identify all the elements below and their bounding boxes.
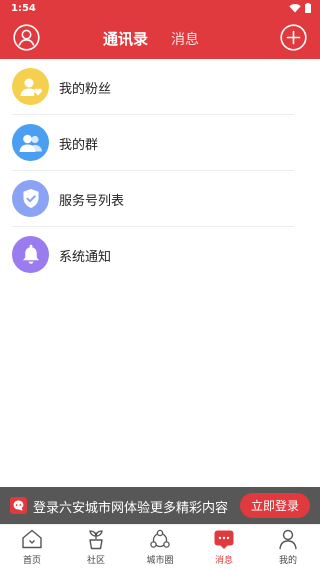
nav-item-city-circle[interactable]: 城市圈 — [128, 528, 192, 568]
nav-label: 城市圈 — [146, 556, 174, 566]
list-item-system-notices[interactable]: 系统通知 — [0, 227, 320, 283]
status-time: 1:54 — [11, 3, 36, 14]
list-item-service-accounts[interactable]: 服务号列表 — [0, 171, 320, 227]
bell-icon — [12, 236, 49, 273]
list-item-label: 服务号列表 — [59, 194, 125, 209]
list-item-label: 我的粉丝 — [59, 82, 112, 97]
nav-label: 社区 — [86, 556, 105, 566]
fans-icon — [12, 68, 49, 105]
tab-contacts[interactable]: 通讯录 — [103, 28, 148, 49]
nav-label: 我的 — [278, 556, 297, 566]
nav-label: 首页 — [22, 556, 41, 566]
app-logo-icon — [10, 497, 27, 514]
list-item-fans[interactable]: 我的粉丝 — [0, 59, 320, 115]
tab-messages[interactable]: 消息 — [171, 29, 199, 49]
bottom-nav: 首页 社区 城市圈 消息 我的 — [0, 524, 320, 569]
list-item-label: 我的群 — [59, 138, 99, 153]
battery-icon — [305, 2, 311, 16]
add-button[interactable] — [280, 24, 307, 51]
nav-label: 消息 — [214, 556, 233, 566]
login-banner: 登录六安城市网体验更多精彩内容 立即登录 — [0, 487, 320, 524]
login-button[interactable]: 立即登录 — [240, 493, 310, 518]
message-icon — [213, 528, 235, 550]
wifi-icon — [289, 3, 301, 16]
list-item-groups[interactable]: 我的群 — [0, 115, 320, 171]
user-avatar-button[interactable] — [13, 24, 40, 51]
contacts-list: 我的粉丝 我的群 服务号列表 系统通知 — [0, 59, 320, 283]
group-icon — [12, 124, 49, 161]
home-icon — [21, 528, 43, 550]
status-bar: 1:54 — [0, 0, 320, 18]
nav-item-home[interactable]: 首页 — [0, 528, 64, 568]
login-prompt-text: 登录六安城市网体验更多精彩内容 — [33, 501, 229, 516]
city-circle-icon — [149, 528, 171, 550]
nav-item-messages[interactable]: 消息 — [192, 528, 256, 568]
profile-icon — [277, 528, 299, 550]
status-icons — [289, 2, 311, 16]
nav-item-community[interactable]: 社区 — [64, 528, 128, 568]
list-item-label: 系统通知 — [59, 250, 112, 265]
shield-check-icon — [12, 180, 49, 217]
title-bar: 通讯录 消息 — [0, 18, 320, 59]
plus-circle-icon — [280, 24, 307, 51]
nav-item-profile[interactable]: 我的 — [256, 528, 320, 568]
community-icon — [85, 528, 107, 550]
app-header: 1:54 通讯录 消息 — [0, 0, 320, 59]
user-avatar-icon — [13, 24, 40, 51]
